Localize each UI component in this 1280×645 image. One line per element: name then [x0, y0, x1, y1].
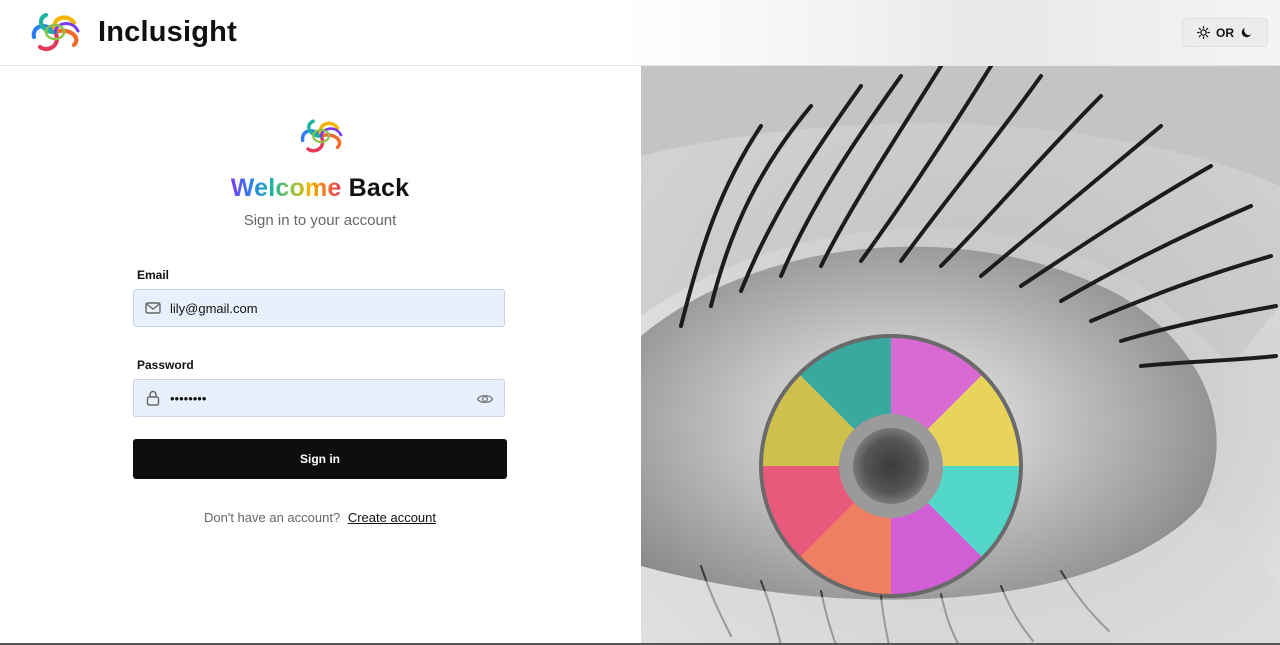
email-label: Email: [137, 268, 170, 282]
signup-prompt-text: Don't have an account?: [204, 510, 341, 525]
brand-name: Inclusight: [98, 15, 237, 48]
theme-toggle[interactable]: OR: [1182, 18, 1268, 47]
email-field[interactable]: lily@gmail.com: [133, 289, 505, 327]
swirl-logo-icon: [31, 12, 80, 52]
email-value[interactable]: lily@gmail.com: [170, 301, 258, 316]
rainbow-eye-image: [641, 66, 1280, 645]
hero-image-panel: [641, 66, 1280, 645]
top-header: Inclusight OR: [0, 0, 1280, 66]
eye-icon[interactable]: [476, 390, 494, 408]
sun-icon[interactable]: [1197, 26, 1210, 39]
password-value[interactable]: ••••••••: [170, 391, 206, 406]
lock-icon: [146, 390, 160, 406]
welcome-subtitle: Sign in to your account: [243, 212, 397, 229]
theme-toggle-label: OR: [1216, 25, 1234, 40]
sign-in-button[interactable]: Sign in: [133, 439, 507, 479]
password-field[interactable]: ••••••••: [133, 379, 505, 417]
welcome-title-word1: Welcome: [230, 174, 342, 202]
header-background-fade: [620, 0, 1280, 65]
login-panel: Welcome Back Sign in to your account Ema…: [0, 66, 640, 645]
password-label: Password: [137, 358, 194, 372]
welcome-title-word2: Back: [348, 174, 410, 202]
brand[interactable]: Inclusight: [24, 8, 237, 56]
create-account-link[interactable]: Create account: [348, 510, 436, 525]
signup-prompt: Don't have an account? Create account: [0, 510, 640, 525]
swirl-logo-icon: [300, 119, 343, 153]
welcome-title: Welcome Back: [0, 174, 640, 203]
mail-icon: [145, 302, 161, 314]
moon-icon[interactable]: [1240, 26, 1253, 39]
